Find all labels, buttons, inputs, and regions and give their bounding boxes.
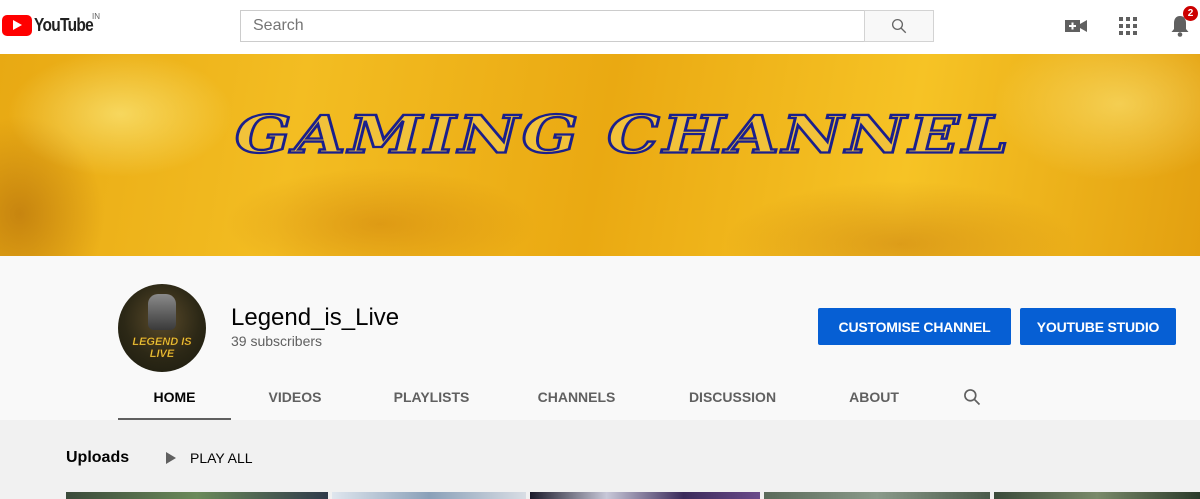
video-thumbnail[interactable] <box>994 492 1200 499</box>
video-thumbnail[interactable] <box>530 492 760 499</box>
logo-text: YouTube <box>34 14 94 35</box>
tab-discussion[interactable]: DISCUSSION <box>649 374 816 420</box>
tab-channels[interactable]: CHANNELS <box>504 374 649 420</box>
video-thumbnail[interactable] <box>66 492 328 499</box>
tab-home[interactable]: HOME <box>118 374 231 420</box>
youtube-studio-button[interactable]: YOUTUBE STUDIO <box>1020 308 1176 345</box>
avatar-text: LEGEND IS LIVE <box>132 336 192 360</box>
subscriber-count: 39 subscribers <box>231 333 323 349</box>
play-all-label: PLAY ALL <box>190 450 253 466</box>
tab-playlists[interactable]: PLAYLISTS <box>359 374 504 420</box>
uploads-title: Uploads <box>66 449 130 466</box>
customise-channel-button[interactable]: CUSTOMISE CHANNEL <box>818 308 1011 345</box>
uploads-section: Uploads PLAY ALL <box>0 420 1200 499</box>
apps-grid-icon <box>1119 17 1137 35</box>
search-icon <box>891 18 907 34</box>
video-thumbnail[interactable] <box>764 492 990 499</box>
country-code: IN <box>92 12 100 21</box>
search-input[interactable] <box>240 10 864 42</box>
masthead: YouTube IN 2 <box>0 0 1200 54</box>
video-thumbnail[interactable] <box>332 492 526 499</box>
youtube-logo[interactable]: YouTube IN <box>2 12 103 37</box>
tab-about[interactable]: ABOUT <box>816 374 932 420</box>
play-icon <box>166 452 176 464</box>
apps-button[interactable] <box>1116 14 1140 38</box>
avatar-helmet-graphic <box>148 294 176 330</box>
video-camera-plus-icon <box>1065 20 1087 32</box>
channel-search-button[interactable] <box>932 374 1012 420</box>
search-icon <box>964 389 981 406</box>
channel-avatar[interactable]: LEGEND IS LIVE <box>118 284 206 372</box>
search-button[interactable] <box>864 10 934 42</box>
notification-badge: 2 <box>1183 6 1198 21</box>
search-box <box>240 10 934 42</box>
tab-videos[interactable]: VIDEOS <box>231 374 359 420</box>
banner-title: GAMING CHANNEL <box>234 103 1012 166</box>
create-video-button[interactable] <box>1064 14 1088 38</box>
youtube-play-icon <box>2 14 32 36</box>
channel-banner: GAMING CHANNEL <box>0 54 1200 256</box>
channel-tabs: HOME VIDEOS PLAYLISTS CHANNELS DISCUSSIO… <box>118 374 1012 420</box>
channel-header: LEGEND IS LIVE Legend_is_Live 39 subscri… <box>0 256 1200 420</box>
play-all-button[interactable]: PLAY ALL <box>160 447 253 469</box>
channel-name: Legend_is_Live <box>231 304 400 331</box>
